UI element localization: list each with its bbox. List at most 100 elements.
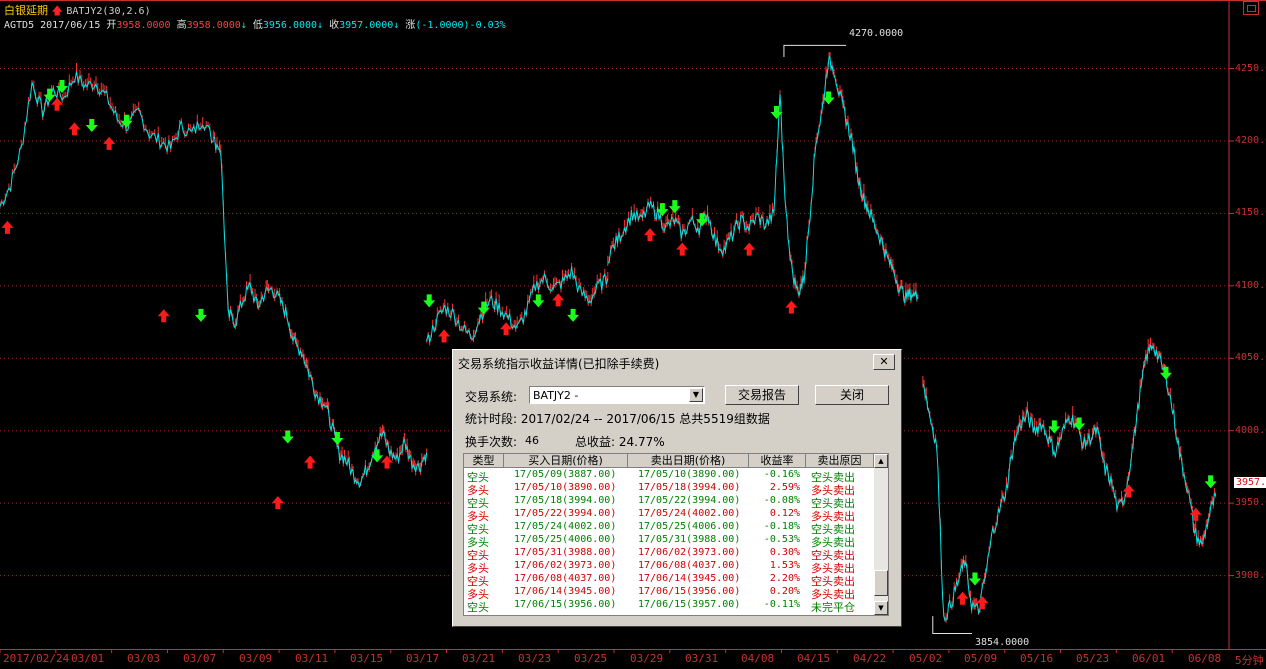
- sell-date-price: 17/06/15(3956.00): [638, 586, 741, 597]
- table-row[interactable]: 空头 17/05/09(3887.00) 17/05/10(3890.00) -0.1…: [464, 469, 874, 484]
- restore-window-icon[interactable]: [1243, 1, 1259, 15]
- buy-date-price: 17/06/08(4037.00): [514, 573, 617, 584]
- sell-date-price: 17/06/14(3945.00): [638, 573, 741, 584]
- table-row[interactable]: 空头 17/05/24(4002.00) 17/05/25(4006.00) -0.1…: [464, 521, 874, 536]
- close-button[interactable]: 关闭: [815, 385, 889, 405]
- column-header-return[interactable]: 收益率: [749, 454, 806, 468]
- time-tick-label: 04/15: [797, 652, 831, 665]
- down-arrow-icon: ↓: [317, 20, 324, 31]
- total-profit: 总收益: 24.77%: [575, 433, 665, 450]
- trade-report-button[interactable]: 交易报告: [725, 385, 799, 405]
- sell-date-price: 17/05/18(3994.00): [638, 482, 741, 493]
- trade-return: -0.53%: [763, 534, 800, 545]
- trade-return: 0.20%: [769, 586, 800, 597]
- system-label: 交易系统:: [465, 390, 518, 404]
- time-tick-label: 03/11: [295, 652, 329, 665]
- time-tick-label: 03/29: [630, 652, 664, 665]
- buy-date-price: 17/05/31(3988.00): [514, 547, 617, 558]
- buy-date-price: 17/05/22(3994.00): [514, 508, 617, 519]
- time-tick-label: 03/01: [71, 652, 105, 665]
- period-label: 统计时段:: [465, 412, 518, 426]
- change-value: (-1.0000): [415, 20, 470, 31]
- last-price-tag: 3957.0: [1234, 477, 1266, 488]
- time-tick-label: 03/17: [406, 652, 440, 665]
- period-value: 2017/02/24 -- 2017/06/15 总共5519组数据: [520, 412, 770, 426]
- sell-date-price: 17/05/10(3890.00): [638, 469, 741, 480]
- trade-return: 2.59%: [769, 482, 800, 493]
- sell-date-price: 17/05/22(3994.00): [638, 495, 741, 506]
- table-row[interactable]: 空头 17/05/31(3988.00) 17/06/02(3973.00) 0.30…: [464, 547, 874, 562]
- trade-type: 空头: [467, 601, 489, 614]
- close-price: 3957.0000: [339, 20, 394, 31]
- time-tick-label: 03/31: [685, 652, 719, 665]
- trade-return: 2.20%: [769, 573, 800, 584]
- time-tick-label: 05/09: [964, 652, 998, 665]
- time-tick-label: 03/07: [183, 652, 217, 665]
- price-tick-label: 3900.0: [1235, 569, 1266, 581]
- price-tick-label: 4200.0: [1235, 134, 1266, 146]
- time-tick-label: 04/08: [741, 652, 775, 665]
- trade-return: -0.11%: [763, 599, 800, 610]
- buy-date-price: 17/05/18(3994.00): [514, 495, 617, 506]
- time-tick-label: 03/25: [574, 652, 608, 665]
- column-header-reason[interactable]: 卖出原因: [806, 454, 874, 468]
- table-row[interactable]: 多头 17/06/14(3945.00) 17/06/15(3956.00) 0.20…: [464, 586, 874, 601]
- change-percent: -0.03%: [469, 20, 506, 31]
- low-price: 3956.0000: [262, 20, 318, 31]
- buy-date-price: 17/05/25(4006.00): [514, 534, 617, 545]
- period-line: 统计时段: 2017/02/24 -- 2017/06/15 总共5519组数据: [465, 410, 770, 427]
- trading-system-select[interactable]: BATJY2 - ▼: [529, 386, 705, 404]
- total-profit-value: 24.77%: [618, 435, 665, 449]
- price-tick-label: 3950.0: [1235, 497, 1266, 509]
- time-tick-label: 03/21: [462, 652, 496, 665]
- trades-table[interactable]: 类型 买入日期(价格) 卖出日期(价格) 收益率 卖出原因 空头 17/05/09…: [463, 453, 889, 616]
- table-row[interactable]: 多头 17/05/22(3994.00) 17/05/24(4002.00) 0.12…: [464, 508, 874, 523]
- table-row[interactable]: 多头 17/05/10(3890.00) 17/05/18(3994.00) 2.59…: [464, 482, 874, 497]
- trade-profit-dialog[interactable]: 交易系统指示收益详情(已扣除手续费) ✕ 交易系统: BATJY2 - ▼ 交易…: [452, 349, 902, 627]
- time-tick-label: 03/15: [350, 652, 384, 665]
- chart-header-line2: AGTD5 2017/06/15 开3958.0000 高3958.0000↓ …: [4, 20, 506, 31]
- price-tick-label: 4150.0: [1235, 207, 1266, 219]
- sell-date-price: 17/06/08(4037.00): [638, 560, 741, 571]
- time-tick-label: 2017/02/24: [3, 652, 70, 665]
- price-tick-label: 4250.0: [1235, 62, 1266, 74]
- buy-date-price: 17/06/15(3956.00): [514, 599, 617, 610]
- table-row[interactable]: 空头 17/05/18(3994.00) 17/05/22(3994.00) -0.0…: [464, 495, 874, 510]
- dialog-title: 交易系统指示收益详情(已扣除手续费): [458, 357, 660, 371]
- total-profit-label: 总收益:: [575, 435, 616, 449]
- price-tick-label: 4000.0: [1235, 424, 1266, 436]
- table-scrollbar[interactable]: ▲ ▼: [874, 454, 888, 615]
- time-tick-label: 04/22: [853, 652, 887, 665]
- down-arrow-icon: ↓: [393, 20, 400, 31]
- buy-date-price: 17/05/10(3890.00): [514, 482, 617, 493]
- sell-date-price: 17/05/31(3988.00): [638, 534, 741, 545]
- table-row[interactable]: 空头 17/06/08(4037.00) 17/06/14(3945.00) 2.20…: [464, 573, 874, 588]
- trade-return: -0.18%: [763, 521, 800, 532]
- dialog-title-bar[interactable]: 交易系统指示收益详情(已扣除手续费) ✕: [453, 350, 901, 374]
- sell-reason: 未完平仓: [811, 601, 855, 614]
- contract-code: AGTD5: [4, 20, 35, 31]
- scroll-down-icon[interactable]: ▼: [874, 601, 888, 615]
- table-row[interactable]: 空头 17/06/15(3956.00) 17/06/15(3957.00) -0.1…: [464, 599, 874, 614]
- sell-date-price: 17/06/02(3973.00): [638, 547, 741, 558]
- sell-date-price: 17/05/25(4006.00): [638, 521, 741, 532]
- time-tick-label: 03/03: [127, 652, 161, 665]
- column-header-type[interactable]: 类型: [464, 454, 504, 468]
- column-header-buy[interactable]: 买入日期(价格): [504, 454, 628, 468]
- time-tick-label: 06/01: [1132, 652, 1166, 665]
- column-header-sell[interactable]: 卖出日期(价格): [628, 454, 749, 468]
- table-row[interactable]: 多头 17/06/02(3973.00) 17/06/08(4037.00) 1.53…: [464, 560, 874, 575]
- scroll-thumb[interactable]: [874, 570, 888, 596]
- high-price: 3958.0000: [186, 20, 241, 31]
- buy-date-price: 17/05/24(4002.00): [514, 521, 617, 532]
- time-tick-label: 05/23: [1076, 652, 1110, 665]
- trades-count-value: 46: [525, 434, 539, 447]
- buy-date-price: 17/06/14(3945.00): [514, 586, 617, 597]
- time-tick-label: 05/16: [1020, 652, 1054, 665]
- table-row[interactable]: 多头 17/05/25(4006.00) 17/05/31(3988.00) -0.5…: [464, 534, 874, 549]
- scroll-up-icon[interactable]: ▲: [874, 454, 888, 468]
- trade-return: 0.12%: [769, 508, 800, 519]
- time-tick-label: 03/23: [518, 652, 552, 665]
- dialog-close-icon[interactable]: ✕: [873, 354, 895, 370]
- chevron-down-icon[interactable]: ▼: [689, 388, 703, 402]
